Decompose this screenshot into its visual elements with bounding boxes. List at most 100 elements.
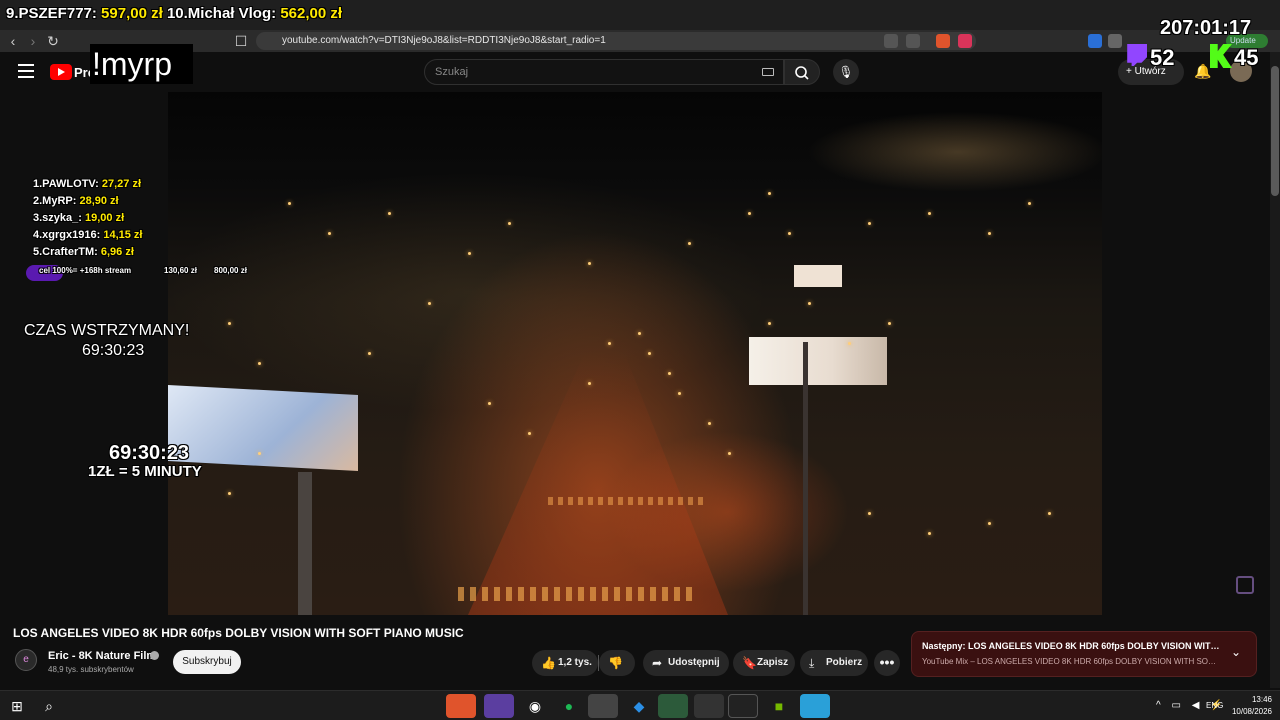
donor-name: 9.PSZEF777:	[6, 5, 97, 22]
dislike-button[interactable]: 👎	[599, 650, 635, 676]
video-crosswalk-far	[548, 497, 708, 505]
scrollbar-thumb[interactable]	[1271, 66, 1279, 196]
keyboard-icon[interactable]	[762, 68, 774, 76]
ranking-row: 4.xgrgx1916: 14,15 zł	[33, 229, 142, 241]
nvidia-icon[interactable]: ■	[764, 694, 794, 718]
extension-icon[interactable]	[1088, 34, 1102, 48]
more-actions-button[interactable]: •••	[874, 650, 900, 676]
subathon-rate: 1ZŁ = 5 MINUTY	[88, 463, 202, 480]
search-button[interactable]	[784, 59, 820, 85]
city-light	[528, 432, 531, 435]
ranking-amount: 6,96 zł	[100, 246, 134, 258]
video-billboard-center	[749, 337, 887, 385]
app-icon[interactable]	[694, 694, 724, 718]
next-video-title[interactable]: Następny: LOS ANGELES VIDEO 8K HDR 60fps…	[922, 641, 1222, 651]
voice-search-button[interactable]: 🎙	[833, 59, 859, 85]
city-light	[228, 492, 231, 495]
city-light	[768, 192, 771, 195]
chevron-down-icon[interactable]: ⌄	[1231, 645, 1241, 659]
back-icon[interactable]: ‹	[4, 32, 22, 50]
vscode-icon[interactable]: ◆	[624, 694, 654, 718]
city-light	[768, 322, 771, 325]
city-light	[708, 422, 711, 425]
donor-amount: 562,00 zł	[280, 5, 343, 22]
video-player[interactable]	[168, 92, 1102, 615]
verified-icon	[150, 651, 159, 660]
ranking-name: 4.xgrgx1916:	[33, 229, 101, 241]
address-bar[interactable]: youtube.com/watch?v=DTI3Nje9oJ8&list=RDD…	[256, 32, 976, 50]
channel-avatar[interactable]: e	[15, 649, 37, 671]
top-donors-ticker: 9.PSZEF777: 597,00 zł 10.Michał Vlog: 56…	[6, 5, 342, 22]
video-crosswalk	[458, 587, 698, 601]
download-button[interactable]: ⤓ Pobierz	[800, 650, 868, 676]
translate-icon[interactable]	[884, 34, 898, 48]
bookmark-save-icon: 🔖	[742, 656, 757, 670]
city-light	[808, 302, 811, 305]
save-label: Zapisz	[757, 657, 789, 668]
city-light	[508, 222, 511, 225]
download-label: Pobierz	[826, 657, 863, 668]
obs-icon[interactable]	[588, 694, 618, 718]
youtube-logo-icon[interactable]	[50, 64, 72, 80]
city-light	[588, 382, 591, 385]
city-light	[928, 532, 931, 535]
city-light	[848, 342, 851, 345]
city-light	[678, 392, 681, 395]
brave-shield-icon[interactable]	[936, 34, 950, 48]
windows-start-icon[interactable]: ⊞	[2, 694, 32, 718]
command-label: !myrp	[92, 46, 172, 82]
ranking-row: 2.MyRP: 28,90 zł	[33, 195, 119, 207]
terminal-icon[interactable]	[728, 694, 758, 718]
video-road	[468, 352, 728, 615]
like-button[interactable]: 👍 1,2 tys.	[532, 650, 598, 676]
channel-name[interactable]: Eric - 8K Nature Film	[48, 650, 156, 662]
city-light	[1028, 202, 1031, 205]
spotify-icon[interactable]: ●	[554, 694, 584, 718]
language-indicator[interactable]: ENG	[1206, 701, 1223, 710]
clock-date[interactable]: 10/08/2026	[1228, 707, 1272, 716]
brave-browser-icon[interactable]	[446, 694, 476, 718]
steam-icon[interactable]: ◉	[520, 694, 550, 718]
ranking-amount: 19,00 zł	[85, 212, 125, 224]
thumbs-up-icon: 👍	[541, 656, 556, 670]
channel-watermark-icon[interactable]	[1236, 576, 1254, 594]
goal-current: 130,60 zł	[164, 266, 197, 275]
ranking-name: 5.CrafterTM:	[33, 246, 98, 258]
ranking-name: 2.MyRP:	[33, 195, 77, 207]
reload-icon[interactable]: ↻	[44, 32, 62, 50]
discord-icon[interactable]	[484, 694, 514, 718]
search-input[interactable]: Szukaj	[424, 59, 784, 85]
kick-viewer-count: 45	[1234, 45, 1259, 70]
subscribe-button[interactable]: Subskrybuj	[173, 650, 241, 674]
video-billboard-left	[168, 385, 358, 471]
city-light	[868, 222, 871, 225]
hamburger-menu-icon[interactable]	[18, 64, 34, 78]
telegram-icon[interactable]	[800, 694, 830, 718]
brave-rewards-icon[interactable]	[958, 34, 972, 48]
city-light	[868, 512, 871, 515]
clock-time[interactable]: 13:46	[1228, 695, 1272, 704]
search-icon[interactable]: ⌕	[34, 694, 64, 718]
share-label: Udostępnij	[668, 657, 720, 668]
city-light	[928, 212, 931, 215]
city-light	[428, 302, 431, 305]
paused-time: 69:30:23	[82, 342, 145, 359]
puzzle-icon[interactable]	[1108, 34, 1122, 48]
next-video-subtitle: YouTube Mix – LOS ANGELES VIDEO 8K HDR 6…	[922, 657, 1220, 666]
forward-icon[interactable]: ›	[24, 32, 42, 50]
next-video-card[interactable]	[911, 631, 1257, 677]
bookmark-icon[interactable]: ☐	[232, 32, 250, 50]
app-icon[interactable]	[658, 694, 688, 718]
city-light	[988, 522, 991, 525]
city-light	[748, 212, 751, 215]
download-icon: ⤓	[809, 656, 815, 670]
goal-label: cel 100%= +168h stream	[39, 266, 132, 275]
mic-icon: 🎙	[838, 65, 854, 79]
cast-icon[interactable]	[906, 34, 920, 48]
city-light	[258, 452, 261, 455]
city-light	[688, 242, 691, 245]
city-light	[468, 252, 471, 255]
notifications-bell-icon[interactable]: 🔔	[1194, 63, 1211, 81]
share-button[interactable]: ➦ Udostępnij	[643, 650, 729, 676]
save-button[interactable]: 🔖 Zapisz	[733, 650, 795, 676]
